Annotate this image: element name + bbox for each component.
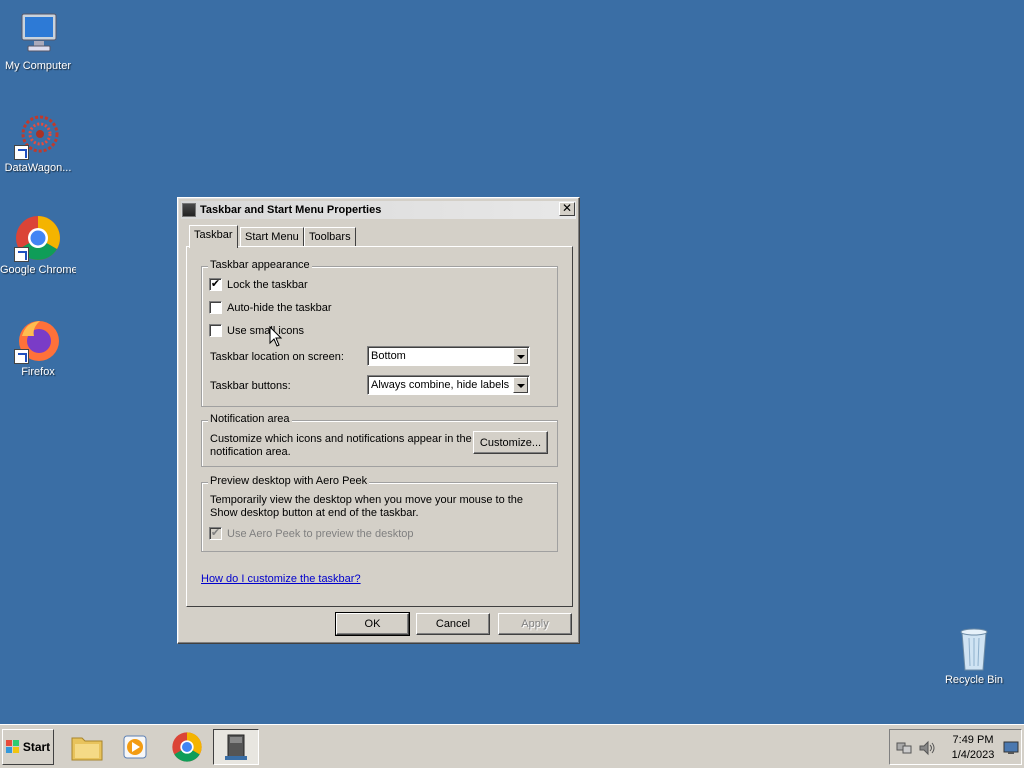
windows-flag-icon [5,740,20,754]
desktop-icon-firefox[interactable]: Firefox [0,316,76,378]
shortcut-arrow-icon [14,349,29,364]
firefox-icon [14,316,62,364]
taskbar-properties-dialog: Taskbar and Start Menu Properties ✕ Task… [177,197,580,644]
start-label: Start [22,740,51,754]
checkbox-unchecked[interactable] [209,324,222,337]
close-button[interactable]: ✕ [559,202,575,216]
media-player-icon [123,735,147,759]
taskbar-properties-icon [225,734,247,760]
taskbar-properties-icon [182,203,196,217]
aero-peek-checkbox: ✔ Use Aero Peek to preview the desktop [209,527,414,540]
checkbox-label: Lock the taskbar [227,278,308,291]
desktop-icon-label: Firefox [21,366,55,378]
location-select-value: Bottom [371,350,406,362]
taskbar-tab-panel: Taskbar appearance ✔ Lock the taskbar Au… [186,246,573,607]
chrome-icon [14,214,62,262]
desktop-icon-datawagon[interactable]: DataWagon... [0,112,76,174]
start-button[interactable]: Start [2,729,54,765]
aero-peek-description: Temporarily view the desktop when you mo… [210,494,524,519]
shortcut-arrow-icon [14,145,29,160]
tab-toolbars[interactable]: Toolbars [304,227,356,247]
help-link[interactable]: How do I customize the taskbar? [201,573,361,585]
volume-icon[interactable] [918,740,936,756]
datawagon-icon [14,112,62,160]
shortcut-arrow-icon [14,247,29,262]
group-legend: Taskbar appearance [208,259,312,271]
checkbox-label: Auto-hide the taskbar [227,301,332,314]
desktop-icon-label: DataWagon... [4,162,72,174]
taskbar: Start 7:49 PM 1/4/2023 [0,724,1024,768]
desktop-icon-label: My Computer [4,60,72,72]
checkbox-checked-disabled: ✔ [209,527,222,540]
ok-button[interactable]: OK [335,612,410,636]
cancel-button[interactable]: Cancel [416,613,490,635]
small-icons-checkbox[interactable]: Use small icons [209,324,304,337]
taskbar-buttons-select[interactable]: Always combine, hide labels [367,375,530,395]
apply-button[interactable]: Apply [498,613,572,635]
location-select[interactable]: Bottom [367,346,530,366]
dialog-title: Taskbar and Start Menu Properties [200,204,382,216]
clock-date: 1/4/2023 [951,749,995,761]
checkbox-label: Use small icons [227,324,305,337]
desktop-icon-my-computer[interactable]: My Computer [0,10,76,72]
my-computer-icon [14,10,62,58]
taskbar-app-explorer[interactable] [64,729,110,765]
location-label: Taskbar location on screen: [210,351,344,363]
lock-taskbar-checkbox[interactable]: ✔ Lock the taskbar [209,278,308,291]
buttons-select-value: Always combine, hide labels [371,379,510,391]
tab-taskbar[interactable]: Taskbar [189,225,238,248]
customize-button[interactable]: Customize... [473,431,548,454]
checkbox-label: Use Aero Peek to preview the desktop [227,527,414,540]
taskbar-app-media-player[interactable] [112,729,158,765]
checkbox-unchecked[interactable] [209,301,222,314]
desktop-icon-label: Recycle Bin [944,674,1004,686]
notification-description: Customize which icons and notifications … [210,433,472,458]
autohide-taskbar-checkbox[interactable]: Auto-hide the taskbar [209,301,332,314]
group-legend: Notification area [208,413,292,425]
tab-start-menu[interactable]: Start Menu [240,227,304,247]
chevron-down-icon[interactable] [513,377,528,393]
taskbar-app-taskbar-properties[interactable] [213,729,259,765]
system-tray: 7:49 PM 1/4/2023 [889,729,1022,765]
show-desktop-icon[interactable] [1003,741,1019,755]
taskbar-app-chrome[interactable] [164,729,210,765]
desktop-icon-chrome[interactable]: Google Chrome [0,214,76,276]
chrome-icon [172,732,202,762]
chevron-down-icon[interactable] [513,348,528,364]
recycle-bin-icon [950,624,998,672]
desktop-icon-recycle-bin[interactable]: Recycle Bin [936,624,1012,686]
network-icon[interactable] [896,740,912,756]
dialog-titlebar[interactable]: Taskbar and Start Menu Properties ✕ [181,201,576,219]
desktop-icon-label: Google Chrome [0,264,76,276]
clock[interactable]: 7:49 PM 1/4/2023 [940,733,1006,763]
buttons-label: Taskbar buttons: [210,380,291,392]
group-legend: Preview desktop with Aero Peek [208,475,370,487]
checkbox-checked[interactable]: ✔ [209,278,222,291]
clock-time: 7:49 PM [952,734,994,746]
explorer-icon [71,737,103,761]
